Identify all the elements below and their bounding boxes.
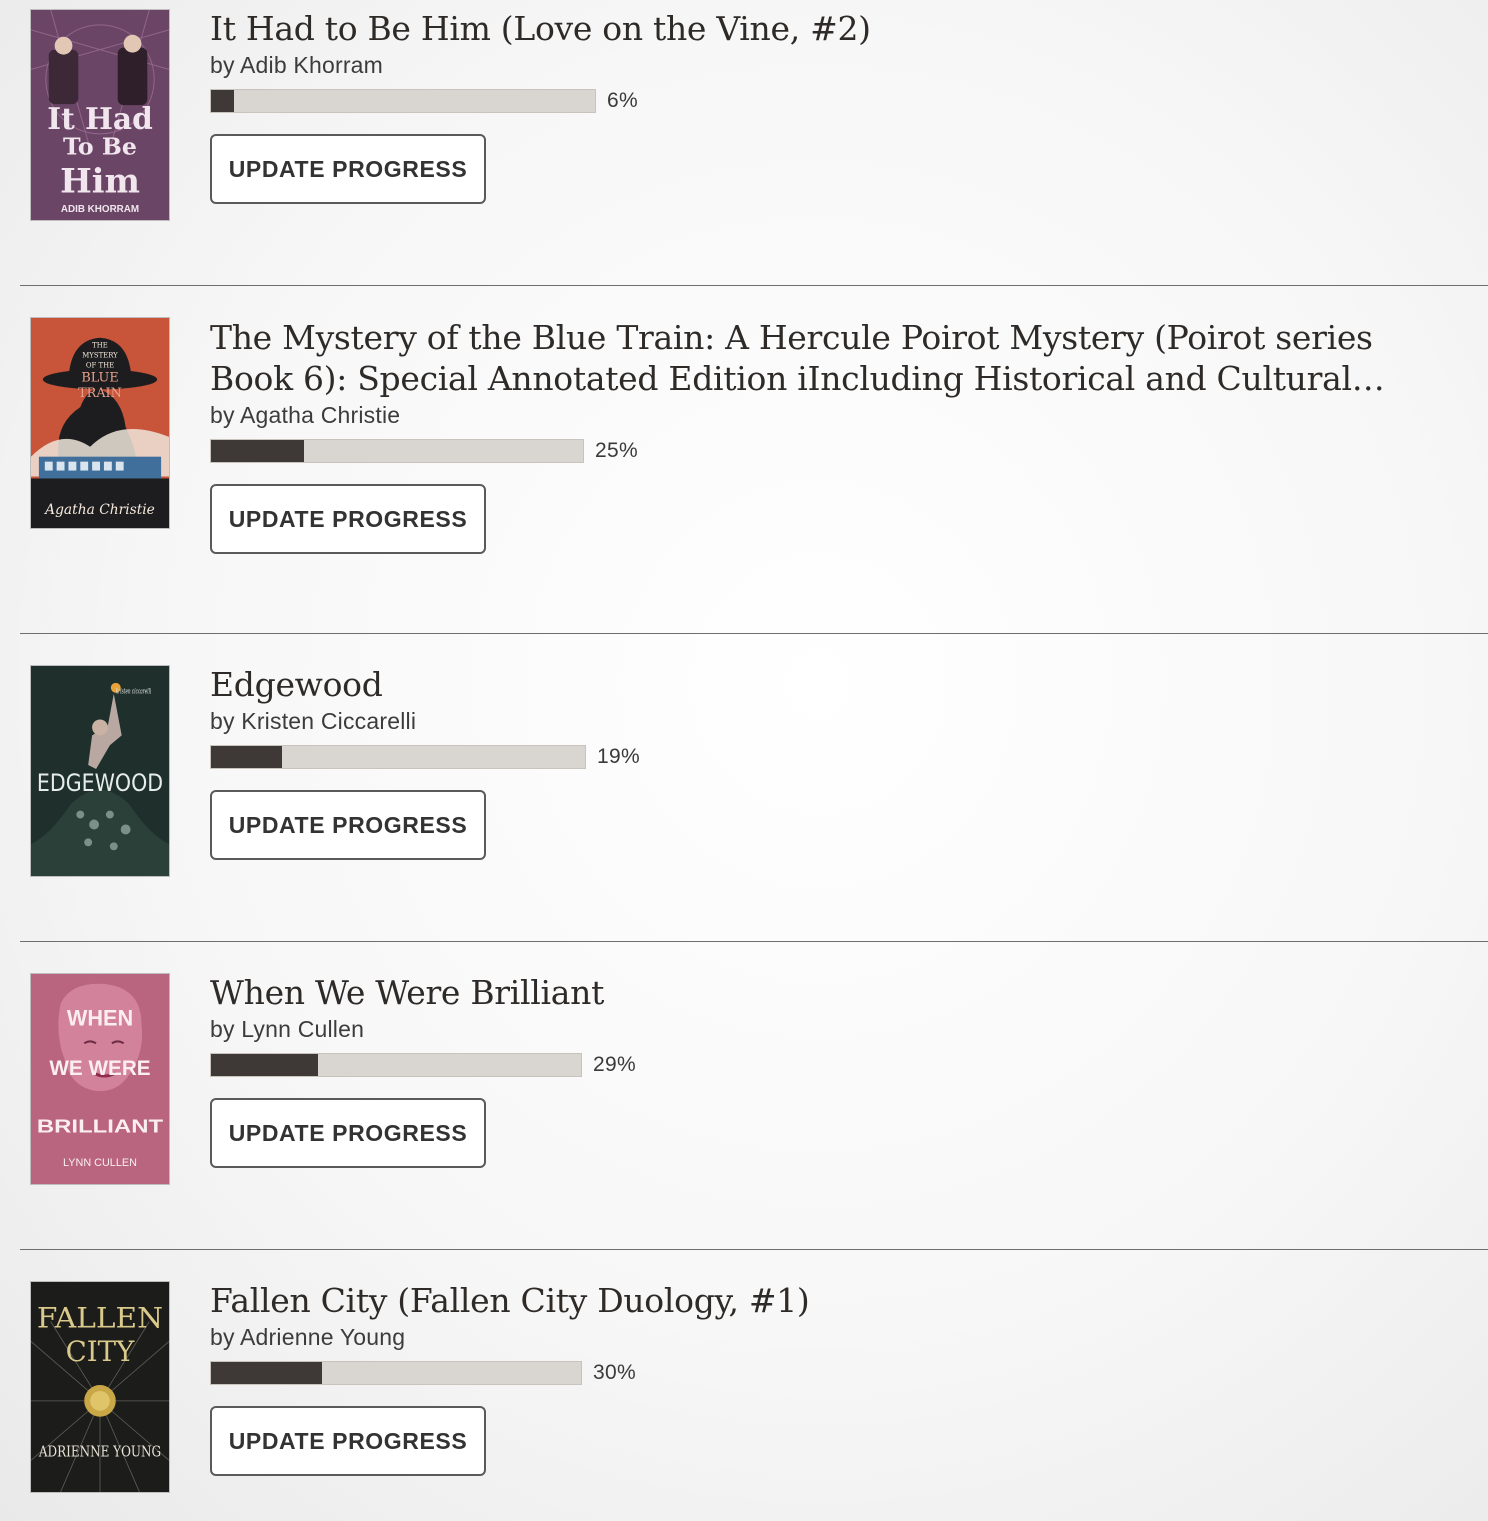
progress-fill xyxy=(211,90,235,112)
progress-bar xyxy=(210,1361,582,1385)
divider xyxy=(20,1249,1488,1250)
book-author[interactable]: by Kristen Ciccarelli xyxy=(210,708,1460,735)
progress-fill xyxy=(211,1054,319,1076)
svg-text:ADRIENNE YOUNG: ADRIENNE YOUNG xyxy=(38,1443,161,1460)
book-author[interactable]: by Agatha Christie xyxy=(210,402,1460,429)
progress-percent: 25% xyxy=(595,439,638,462)
update-progress-button[interactable]: UPDATE PROGRESS xyxy=(210,1098,486,1168)
progress-row: 25% xyxy=(210,438,1460,464)
book-cover[interactable]: FALLEN CITY ADRIENNE YOUNG xyxy=(30,1281,170,1493)
progress-percent: 29% xyxy=(593,1053,636,1076)
book-info: When We Were Brilliant by Lynn Cullen 29… xyxy=(210,972,1460,1168)
svg-text:WE WERE: WE WERE xyxy=(49,1057,150,1080)
update-progress-button[interactable]: UPDATE PROGRESS xyxy=(210,790,486,860)
progress-row: 19% xyxy=(210,744,1460,770)
svg-text:BLUE: BLUE xyxy=(81,370,118,385)
svg-text:THE: THE xyxy=(92,342,108,350)
progress-fill xyxy=(211,1362,322,1384)
cover-art: EDGEWOOD kristen ciccarelli xyxy=(31,666,169,876)
divider xyxy=(20,285,1488,286)
book-title[interactable]: When We Were Brilliant xyxy=(210,972,1460,1013)
svg-text:ADIB KHORRAM: ADIB KHORRAM xyxy=(61,204,139,215)
update-progress-button[interactable]: UPDATE PROGRESS xyxy=(210,1406,486,1476)
progress-bar xyxy=(210,439,584,463)
progress-percent: 6% xyxy=(607,89,638,112)
book-cover[interactable]: EDGEWOOD kristen ciccarelli xyxy=(30,665,170,877)
cover-art: It Had To Be Him ADIB KHORRAM xyxy=(31,10,169,220)
svg-text:MYSTERY: MYSTERY xyxy=(82,352,118,360)
divider xyxy=(20,633,1488,634)
update-progress-button[interactable]: UPDATE PROGRESS xyxy=(210,484,486,554)
progress-bar xyxy=(210,89,596,113)
progress-bar xyxy=(210,1053,582,1077)
update-progress-button[interactable]: UPDATE PROGRESS xyxy=(210,134,486,204)
book-title[interactable]: The Mystery of the Blue Train: A Hercule… xyxy=(210,317,1460,399)
book-title[interactable]: Edgewood xyxy=(210,664,1460,705)
progress-percent: 30% xyxy=(593,1361,636,1384)
book-info: Edgewood by Kristen Ciccarelli 19% UPDAT… xyxy=(210,664,1460,860)
progress-row: 29% xyxy=(210,1052,1460,1078)
svg-text:EDGEWOOD: EDGEWOOD xyxy=(37,769,163,797)
svg-text:Agatha Christie: Agatha Christie xyxy=(43,502,155,518)
cover-art: WHEN WE WERE BRILLIANT LYNN CULLEN xyxy=(31,974,169,1184)
svg-text:Him: Him xyxy=(60,160,140,200)
progress-percent: 19% xyxy=(597,745,640,768)
book-title[interactable]: Fallen City (Fallen City Duology, #1) xyxy=(210,1280,1460,1321)
svg-text:kristen ciccarelli: kristen ciccarelli xyxy=(116,688,151,696)
svg-text:BRILLIANT: BRILLIANT xyxy=(37,1115,164,1136)
svg-text:It Had: It Had xyxy=(47,101,153,136)
book-author[interactable]: by Lynn Cullen xyxy=(210,1016,1460,1043)
progress-fill xyxy=(211,746,283,768)
progress-row: 6% xyxy=(210,88,1460,114)
currently-reading-list: It Had To Be Him ADIB KHORRAM It Had to … xyxy=(0,0,1488,1521)
progress-bar xyxy=(210,745,586,769)
svg-text:OF THE: OF THE xyxy=(86,362,114,370)
cover-art: FALLEN CITY ADRIENNE YOUNG xyxy=(31,1282,169,1492)
progress-fill xyxy=(211,440,304,462)
svg-text:WHEN: WHEN xyxy=(67,1005,133,1030)
svg-text:To Be: To Be xyxy=(63,133,137,161)
book-info: Fallen City (Fallen City Duology, #1) by… xyxy=(210,1280,1460,1476)
divider xyxy=(20,941,1488,942)
svg-text:TRAIN: TRAIN xyxy=(78,386,122,401)
svg-text:CITY: CITY xyxy=(66,1335,135,1368)
book-info: It Had to Be Him (Love on the Vine, #2) … xyxy=(210,8,1460,204)
book-cover[interactable]: WHEN WE WERE BRILLIANT LYNN CULLEN xyxy=(30,973,170,1185)
svg-text:FALLEN: FALLEN xyxy=(37,1302,163,1335)
cover-art: THE MYSTERY OF THE BLUE TRAIN Agatha Chr… xyxy=(31,318,169,528)
svg-text:LYNN CULLEN: LYNN CULLEN xyxy=(63,1157,137,1169)
book-cover[interactable]: It Had To Be Him ADIB KHORRAM xyxy=(30,9,170,221)
book-author[interactable]: by Adib Khorram xyxy=(210,52,1460,79)
book-title[interactable]: It Had to Be Him (Love on the Vine, #2) xyxy=(210,8,1460,49)
book-info: The Mystery of the Blue Train: A Hercule… xyxy=(210,317,1460,554)
book-author[interactable]: by Adrienne Young xyxy=(210,1324,1460,1351)
book-cover[interactable]: THE MYSTERY OF THE BLUE TRAIN Agatha Chr… xyxy=(30,317,170,529)
progress-row: 30% xyxy=(210,1360,1460,1386)
